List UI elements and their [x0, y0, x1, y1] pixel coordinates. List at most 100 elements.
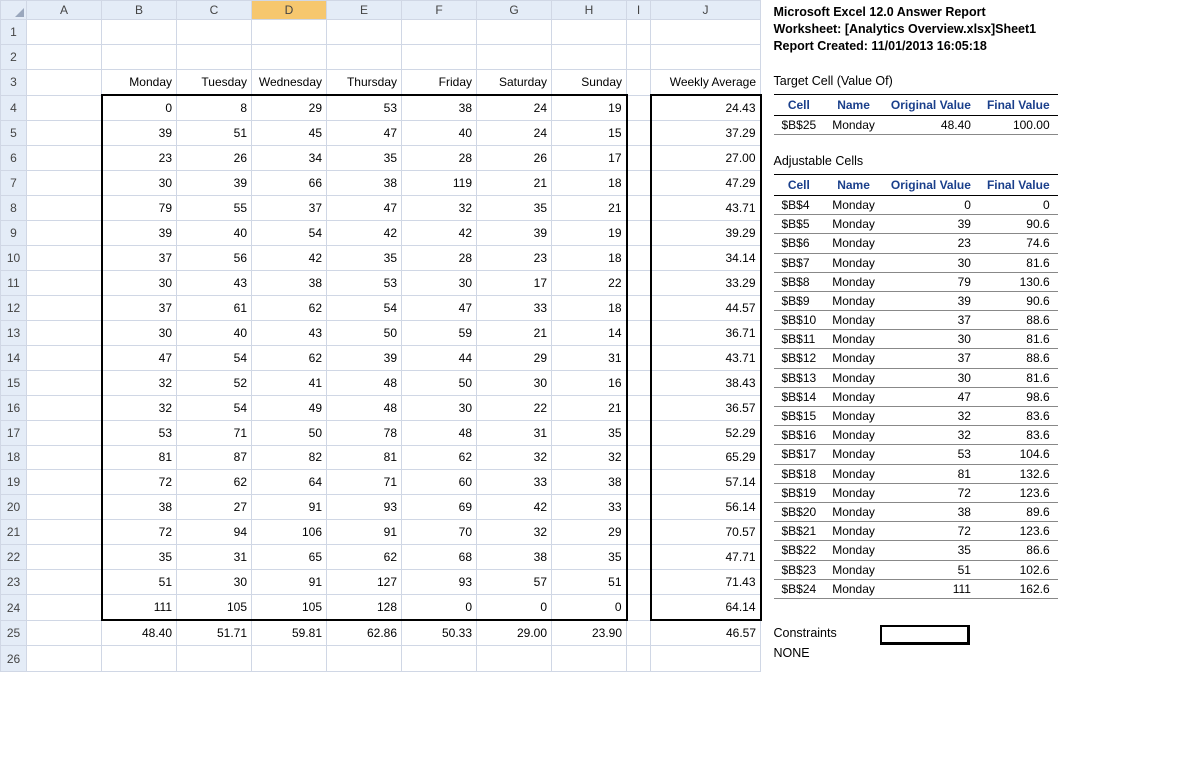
row-header-18[interactable]: 18	[1, 445, 27, 470]
cell-D6[interactable]: 34	[252, 146, 327, 171]
cell-D12[interactable]: 62	[252, 295, 327, 320]
cell-C2[interactable]	[177, 44, 252, 69]
cell-F20[interactable]: 69	[402, 495, 477, 520]
cell-D9[interactable]: 54	[252, 220, 327, 245]
cell-G6[interactable]: 26	[477, 146, 552, 171]
cell-A6[interactable]	[27, 146, 102, 171]
cell-A13[interactable]	[27, 320, 102, 345]
cell-G12[interactable]: 33	[477, 295, 552, 320]
cell-I19[interactable]	[627, 470, 651, 495]
cell-G2[interactable]	[477, 44, 552, 69]
cell-B11[interactable]: 30	[102, 270, 177, 295]
cell-G9[interactable]: 39	[477, 220, 552, 245]
col-header-I[interactable]: I	[627, 1, 651, 20]
col-header-H[interactable]: H	[552, 1, 627, 20]
cell-D26[interactable]	[252, 646, 327, 671]
cell-F24[interactable]: 0	[402, 595, 477, 621]
cell-F3[interactable]: Friday	[402, 69, 477, 95]
cell-F26[interactable]	[402, 646, 477, 671]
cell-J25[interactable]: 46.57	[651, 620, 761, 646]
cell-E10[interactable]: 35	[327, 245, 402, 270]
cell-D19[interactable]: 64	[252, 470, 327, 495]
cell-B16[interactable]: 32	[102, 395, 177, 420]
cell-D18[interactable]: 82	[252, 445, 327, 470]
cell-G13[interactable]: 21	[477, 320, 552, 345]
col-header-E[interactable]: E	[327, 1, 402, 20]
cell-C19[interactable]: 62	[177, 470, 252, 495]
cell-I18[interactable]	[627, 445, 651, 470]
cell-I26[interactable]	[627, 646, 651, 671]
cell-F22[interactable]: 68	[402, 545, 477, 570]
cell-H24[interactable]: 0	[552, 595, 627, 621]
cell-B23[interactable]: 51	[102, 570, 177, 595]
cell-B15[interactable]: 32	[102, 370, 177, 395]
cell-G22[interactable]: 38	[477, 545, 552, 570]
row-header-10[interactable]: 10	[1, 245, 27, 270]
cell-G16[interactable]: 22	[477, 395, 552, 420]
cell-J15[interactable]: 38.43	[651, 370, 761, 395]
cell-G20[interactable]: 42	[477, 495, 552, 520]
cell-A17[interactable]	[27, 420, 102, 445]
cell-H8[interactable]: 21	[552, 195, 627, 220]
cell-A21[interactable]	[27, 520, 102, 545]
cell-C12[interactable]: 61	[177, 295, 252, 320]
cell-B4[interactable]: 0	[102, 95, 177, 121]
cell-D11[interactable]: 38	[252, 270, 327, 295]
cell-J11[interactable]: 33.29	[651, 270, 761, 295]
cell-B5[interactable]: 39	[102, 121, 177, 146]
cell-F13[interactable]: 59	[402, 320, 477, 345]
cell-C4[interactable]: 8	[177, 95, 252, 121]
cell-J3[interactable]: Weekly Average	[651, 69, 761, 95]
cell-G21[interactable]: 32	[477, 520, 552, 545]
row-header-21[interactable]: 21	[1, 520, 27, 545]
cell-A4[interactable]	[27, 95, 102, 121]
cell-H25[interactable]: 23.90	[552, 620, 627, 646]
cell-D3[interactable]: Wednesday	[252, 69, 327, 95]
cell-F18[interactable]: 62	[402, 445, 477, 470]
cell-A10[interactable]	[27, 245, 102, 270]
cell-D17[interactable]: 50	[252, 420, 327, 445]
row-header-5[interactable]: 5	[1, 121, 27, 146]
cell-D7[interactable]: 66	[252, 171, 327, 196]
cell-J4[interactable]: 24.43	[651, 95, 761, 121]
cell-B20[interactable]: 38	[102, 495, 177, 520]
cell-E13[interactable]: 50	[327, 320, 402, 345]
cell-C10[interactable]: 56	[177, 245, 252, 270]
cell-E11[interactable]: 53	[327, 270, 402, 295]
cell-C21[interactable]: 94	[177, 520, 252, 545]
cell-E14[interactable]: 39	[327, 345, 402, 370]
row-header-1[interactable]: 1	[1, 20, 27, 45]
cell-A2[interactable]	[27, 44, 102, 69]
row-header-24[interactable]: 24	[1, 595, 27, 621]
cell-C15[interactable]: 52	[177, 370, 252, 395]
cell-A18[interactable]	[27, 445, 102, 470]
cell-I1[interactable]	[627, 20, 651, 45]
cell-D4[interactable]: 29	[252, 95, 327, 121]
cell-J22[interactable]: 47.71	[651, 545, 761, 570]
cell-I11[interactable]	[627, 270, 651, 295]
cell-B25[interactable]: 48.40	[102, 620, 177, 646]
cell-E19[interactable]: 71	[327, 470, 402, 495]
spreadsheet-grid[interactable]: A B C D E F G H I J 123MondayTuesdayWedn…	[0, 0, 762, 672]
cell-E21[interactable]: 91	[327, 520, 402, 545]
cell-G14[interactable]: 29	[477, 345, 552, 370]
cell-F12[interactable]: 47	[402, 295, 477, 320]
cell-G24[interactable]: 0	[477, 595, 552, 621]
cell-B12[interactable]: 37	[102, 295, 177, 320]
row-header-14[interactable]: 14	[1, 345, 27, 370]
cell-A9[interactable]	[27, 220, 102, 245]
cell-E17[interactable]: 78	[327, 420, 402, 445]
cell-E1[interactable]	[327, 20, 402, 45]
cell-A14[interactable]	[27, 345, 102, 370]
cell-E6[interactable]: 35	[327, 146, 402, 171]
cell-I24[interactable]	[627, 595, 651, 621]
cell-F11[interactable]: 30	[402, 270, 477, 295]
cell-H4[interactable]: 19	[552, 95, 627, 121]
cell-A20[interactable]	[27, 495, 102, 520]
cell-C14[interactable]: 54	[177, 345, 252, 370]
cell-D10[interactable]: 42	[252, 245, 327, 270]
cell-B7[interactable]: 30	[102, 171, 177, 196]
cell-H9[interactable]: 19	[552, 220, 627, 245]
cell-I23[interactable]	[627, 570, 651, 595]
row-header-16[interactable]: 16	[1, 395, 27, 420]
